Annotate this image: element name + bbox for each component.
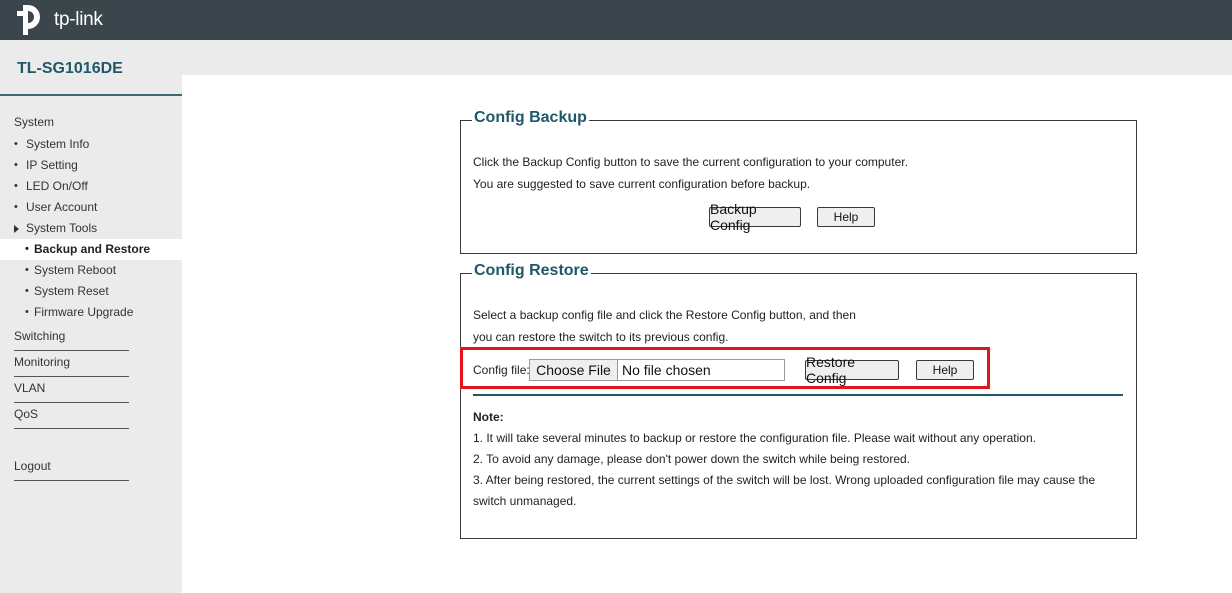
sidebar-item-label: Firmware Upgrade xyxy=(34,305,134,319)
sidebar-item-system[interactable]: System xyxy=(0,112,182,133)
config-restore-title: Config Restore xyxy=(472,262,591,280)
config-backup-panel: Config Backup Click the Backup Config bu… xyxy=(460,109,1137,254)
tp-link-logo: tp-link xyxy=(14,2,103,38)
restore-description-2: you can restore the switch to its previo… xyxy=(473,330,729,344)
sidebar-item-label: System Tools xyxy=(26,221,98,235)
device-model: TL-SG1016DE xyxy=(17,60,123,77)
sidebar-item-led-on-off[interactable]: • LED On/Off xyxy=(0,176,182,197)
sidebar-item-system-tools[interactable]: System Tools xyxy=(0,218,182,239)
sidebar-item-system-reboot[interactable]: • System Reboot xyxy=(0,260,182,281)
note-line-2: 2. To avoid any damage, please don't pow… xyxy=(473,452,911,466)
sidebar-item-label: System Info xyxy=(26,137,90,151)
bullet-icon: • xyxy=(25,243,29,255)
sidebar-item-label: System xyxy=(14,115,55,129)
sidebar-item-label: IP Setting xyxy=(26,158,78,172)
note-title: Note: xyxy=(473,410,504,424)
sidebar-section-qos[interactable]: QoS xyxy=(14,404,129,429)
bullet-icon: • xyxy=(14,201,18,213)
highlight-box xyxy=(460,347,990,389)
logout-link[interactable]: Logout xyxy=(14,456,129,481)
bullet-icon: • xyxy=(14,180,18,192)
restore-description-1: Select a backup config file and click th… xyxy=(473,308,856,322)
model-divider xyxy=(0,94,182,96)
config-backup-title: Config Backup xyxy=(472,109,589,127)
bullet-icon: • xyxy=(14,138,18,150)
sidebar-item-system-info[interactable]: • System Info xyxy=(0,134,182,155)
note-line-1: 1. It will take several minutes to backu… xyxy=(473,431,1036,445)
sidebar-item-label: System Reset xyxy=(34,284,109,298)
sidebar-item-label: Backup and Restore xyxy=(34,242,151,256)
restore-divider xyxy=(473,394,1123,396)
bullet-icon: • xyxy=(25,285,29,297)
content-top-strip xyxy=(182,40,1232,75)
backup-description-2: You are suggested to save current config… xyxy=(473,177,811,191)
sidebar-item-firmware-upgrade[interactable]: • Firmware Upgrade xyxy=(0,302,182,323)
tp-link-logo-icon xyxy=(17,5,40,35)
sidebar-item-ip-setting[interactable]: • IP Setting xyxy=(0,155,182,176)
expand-caret-icon xyxy=(14,225,19,233)
sidebar-item-system-reset[interactable]: • System Reset xyxy=(0,281,182,302)
backup-config-button[interactable]: Backup Config xyxy=(709,201,801,233)
bullet-icon: • xyxy=(14,159,18,171)
backup-help-button[interactable]: Help xyxy=(817,207,875,227)
top-header: tp-link xyxy=(0,0,1232,40)
note-line-4: switch unmanaged. xyxy=(473,494,577,508)
bullet-icon: • xyxy=(25,264,29,276)
sidebar-section-vlan[interactable]: VLAN xyxy=(14,378,129,403)
sidebar-item-user-account[interactable]: • User Account xyxy=(0,197,182,218)
sidebar-section-monitoring[interactable]: Monitoring xyxy=(14,352,129,377)
sidebar-item-label: LED On/Off xyxy=(26,179,88,193)
sidebar-item-backup-and-restore[interactable]: • Backup and Restore xyxy=(0,239,182,260)
backup-description-1: Click the Backup Config button to save t… xyxy=(473,155,908,169)
sidebar-item-label: System Reboot xyxy=(34,263,117,277)
sidebar-item-label: User Account xyxy=(26,200,98,214)
bullet-icon: • xyxy=(25,306,29,318)
logo-text: tp-link xyxy=(54,9,103,30)
note-line-3: 3. After being restored, the current set… xyxy=(473,473,1096,487)
sidebar-section-switching[interactable]: Switching xyxy=(14,326,129,351)
